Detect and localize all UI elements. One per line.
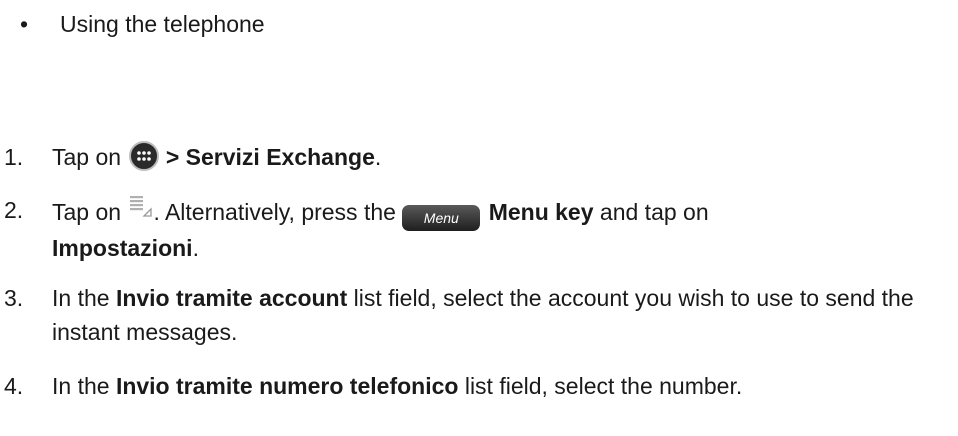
step-2: 2. Tap on . Alternatively, press the Men…	[4, 193, 954, 265]
bullet-text: Using the telephone	[60, 11, 265, 37]
menu-lines-icon	[127, 193, 153, 217]
bullet-item: • Using the telephone	[20, 7, 265, 41]
step-text-segment: Tap on	[52, 144, 128, 170]
step-text-segment: .	[374, 144, 382, 170]
step-bold-text: > Servizi Exchange	[165, 144, 375, 170]
step-text-segment: In the	[52, 373, 116, 399]
step-text: Tap on . Alternatively, press the Menu M…	[52, 193, 954, 265]
step-text-segment: list field, select the number.	[458, 373, 743, 399]
step-text-segment: .	[192, 235, 199, 261]
step-text: In the Invio tramite numero telefonico l…	[52, 369, 954, 403]
step-text-segment: Tap on	[52, 199, 128, 225]
step-text-segment: and tap on	[593, 199, 709, 225]
step-text: Tap on > Servizi Exchange.	[52, 140, 954, 174]
step-bold-text: Menu key	[488, 199, 594, 225]
step-number: 2.	[4, 197, 24, 223]
step-number: 3.	[4, 285, 24, 311]
step-text-segment: In the	[52, 285, 116, 311]
step-bold-text: Impostazioni	[52, 235, 193, 261]
apps-grid-icon	[129, 141, 160, 171]
step-number: 4.	[4, 373, 24, 399]
step-text: In the Invio tramite account list field,…	[52, 281, 954, 349]
menu-key-icon: Menu	[402, 205, 481, 231]
step-1: 1. Tap on > Servizi Exchange.	[4, 140, 954, 174]
step-bold-text: Invio tramite account	[115, 285, 348, 311]
step-number: 1.	[4, 144, 24, 170]
step-4: 4. In the Invio tramite numero telefonic…	[4, 369, 954, 403]
step-text-segment: . Alternatively, press the	[153, 199, 403, 225]
bullet-glyph: •	[20, 11, 29, 37]
step-bold-text: Invio tramite numero telefonico	[115, 373, 459, 399]
step-3: 3. In the Invio tramite account list fie…	[4, 281, 954, 349]
